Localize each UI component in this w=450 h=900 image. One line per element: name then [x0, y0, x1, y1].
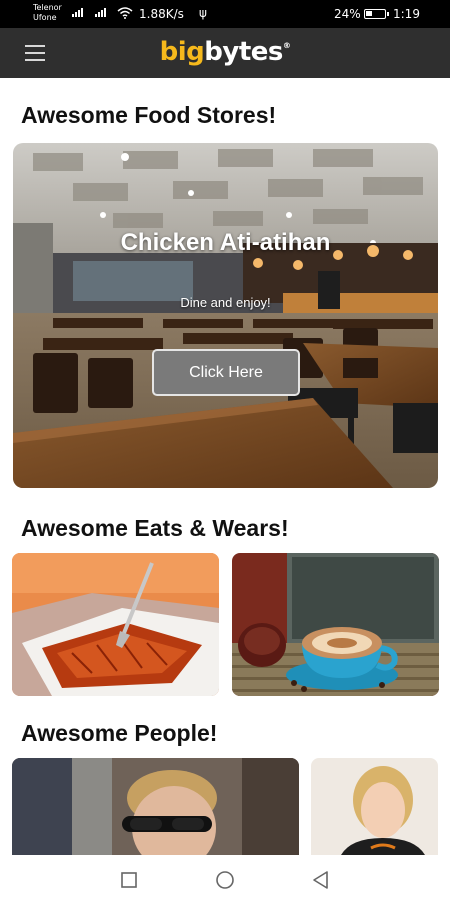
coffee-card[interactable]	[232, 553, 439, 696]
circle-icon[interactable]	[214, 869, 236, 891]
hero-title: Chicken Ati-atihan	[120, 229, 331, 256]
hero-card: Chicken Ati-atihan Dine and enjoy! Click…	[13, 143, 438, 488]
section-title-food-stores: Awesome Food Stores!	[21, 102, 277, 128]
carrier-label: Telenor Ufone	[33, 3, 62, 23]
wifi-icon	[117, 7, 133, 19]
carrier-name-2: Ufone	[33, 13, 57, 22]
usb-icon: ψ	[199, 6, 207, 20]
network-speed: 1.88K/s	[139, 7, 184, 21]
registered-mark: ®	[282, 41, 291, 50]
smiling-woman-image	[311, 758, 438, 855]
brand-logo-bytes: bytes	[204, 37, 283, 67]
square-icon[interactable]	[118, 869, 140, 891]
carrier-name-1: Telenor	[33, 3, 62, 12]
coffee-cup-image	[232, 553, 439, 696]
brand-logo: bigbytes®	[0, 37, 450, 67]
section-title-people: Awesome People!	[21, 720, 218, 746]
triangle-back-icon[interactable]	[310, 869, 332, 891]
signal-icon	[95, 8, 106, 17]
brand-logo-big: big	[159, 37, 205, 67]
status-bar: Telenor Ufone 1.88K/s ψ 24% 1:19	[0, 0, 450, 28]
food-card[interactable]	[12, 553, 219, 696]
person-card[interactable]	[12, 758, 299, 855]
click-here-button[interactable]: Click Here	[152, 349, 300, 396]
section-title-eats-wears: Awesome Eats & Wears!	[21, 515, 289, 541]
app-bar: bigbytes®	[0, 28, 450, 78]
grilled-fish-image	[12, 553, 219, 696]
hero-subtitle: Dine and enjoy!	[180, 295, 271, 310]
battery-percentage: 24%	[334, 7, 361, 21]
clock: 1:19	[393, 7, 420, 21]
person-card[interactable]	[311, 758, 438, 855]
signal-icon	[72, 8, 83, 17]
restaurant-interior-image	[13, 143, 438, 488]
system-nav-bar	[0, 855, 450, 900]
battery-icon	[364, 9, 389, 19]
man-with-sunglasses-image	[12, 758, 299, 855]
